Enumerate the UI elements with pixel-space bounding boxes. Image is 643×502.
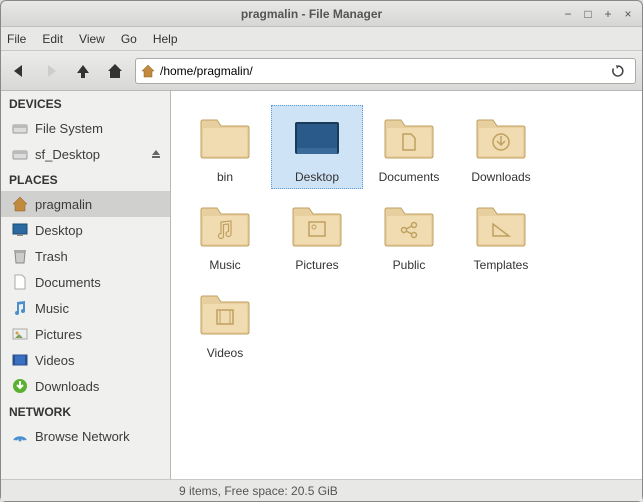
trash-icon	[11, 247, 29, 265]
folder-icon	[471, 198, 531, 254]
devices-header: DEVICES	[1, 91, 170, 115]
folder-icon	[471, 110, 531, 166]
videos-icon	[11, 351, 29, 369]
folder-music[interactable]: Music	[179, 193, 271, 277]
refresh-button[interactable]	[611, 64, 631, 78]
network-header: NETWORK	[1, 399, 170, 423]
sidebar-item-label: pragmalin	[35, 197, 92, 212]
menu-help[interactable]: Help	[153, 32, 178, 46]
menubar: File Edit View Go Help	[1, 27, 642, 51]
sidebar-item-filesystem[interactable]: File System	[1, 115, 170, 141]
sidebar-item-trash[interactable]: Trash	[1, 243, 170, 269]
sidebar-item-label: File System	[35, 121, 103, 136]
path-box[interactable]	[135, 58, 636, 84]
sidebar-item-label: Documents	[35, 275, 101, 290]
network-icon	[11, 427, 29, 445]
pictures-icon	[11, 325, 29, 343]
folder-desktop[interactable]: Desktop	[271, 105, 363, 189]
folder-downloads[interactable]: Downloads	[455, 105, 547, 189]
window-controls: − □ + ×	[562, 8, 642, 20]
home-button[interactable]	[103, 59, 127, 83]
folder-label: Videos	[207, 346, 243, 360]
folder-label: Public	[393, 258, 426, 272]
folder-videos[interactable]: Videos	[179, 281, 271, 365]
folder-icon	[379, 198, 439, 254]
sidebar-item-pictures[interactable]: Pictures	[1, 321, 170, 347]
path-input[interactable]	[160, 64, 607, 78]
folder-label: bin	[217, 170, 233, 184]
titlebar: pragmalin - File Manager − □ + ×	[1, 1, 642, 27]
maximize-button[interactable]: +	[602, 8, 614, 20]
content-area[interactable]: bin Desktop Documents	[171, 91, 642, 479]
folder-label: Templates	[474, 258, 529, 272]
folder-icon	[195, 110, 255, 166]
menu-view[interactable]: View	[79, 32, 105, 46]
sidebar-item-sfdesktop[interactable]: sf_Desktop	[1, 141, 170, 167]
toolbar	[1, 51, 642, 91]
document-icon	[11, 273, 29, 291]
folder-label: Music	[209, 258, 240, 272]
folder-icon	[195, 286, 255, 342]
sidebar-item-videos[interactable]: Videos	[1, 347, 170, 373]
eject-icon[interactable]	[150, 148, 162, 160]
folder-icon	[287, 198, 347, 254]
home-icon	[11, 195, 29, 213]
folder-label: Downloads	[471, 170, 530, 184]
close-button[interactable]: ×	[622, 8, 634, 20]
sidebar-item-browse-network[interactable]: Browse Network	[1, 423, 170, 449]
folder-templates[interactable]: Templates	[455, 193, 547, 277]
window-title: pragmalin - File Manager	[61, 7, 562, 21]
up-button[interactable]	[71, 59, 95, 83]
restore-button[interactable]: □	[582, 8, 594, 20]
folder-label: Documents	[379, 170, 440, 184]
downloads-icon	[11, 377, 29, 395]
back-button[interactable]	[7, 59, 31, 83]
home-icon	[140, 63, 156, 79]
forward-button[interactable]	[39, 59, 63, 83]
sidebar-item-music[interactable]: Music	[1, 295, 170, 321]
desktop-icon	[11, 221, 29, 239]
sidebar-item-label: Trash	[35, 249, 68, 264]
drive-icon	[11, 119, 29, 137]
folder-icon	[195, 198, 255, 254]
sidebar-item-label: Browse Network	[35, 429, 130, 444]
sidebar-item-label: sf_Desktop	[35, 147, 100, 162]
sidebar-item-desktop[interactable]: Desktop	[1, 217, 170, 243]
music-icon	[11, 299, 29, 317]
menu-file[interactable]: File	[7, 32, 26, 46]
folder-label: Pictures	[295, 258, 338, 272]
folder-icon	[379, 110, 439, 166]
sidebar-item-label: Videos	[35, 353, 75, 368]
sidebar-item-label: Pictures	[35, 327, 82, 342]
folder-grid: bin Desktop Documents	[179, 105, 634, 365]
window: pragmalin - File Manager − □ + × File Ed…	[0, 0, 643, 502]
desktop-folder-icon	[287, 110, 347, 166]
folder-bin[interactable]: bin	[179, 105, 271, 189]
folder-pictures[interactable]: Pictures	[271, 193, 363, 277]
minimize-button[interactable]: −	[562, 8, 574, 20]
sidebar-item-documents[interactable]: Documents	[1, 269, 170, 295]
sidebar-item-label: Downloads	[35, 379, 99, 394]
sidebar-item-label: Desktop	[35, 223, 83, 238]
places-header: PLACES	[1, 167, 170, 191]
menu-edit[interactable]: Edit	[42, 32, 63, 46]
statusbar: 9 items, Free space: 20.5 GiB	[1, 479, 642, 501]
sidebar-item-pragmalin[interactable]: pragmalin	[1, 191, 170, 217]
folder-public[interactable]: Public	[363, 193, 455, 277]
sidebar: DEVICES File System sf_Desktop PLACES pr…	[1, 91, 171, 479]
drive-icon	[11, 145, 29, 163]
status-text: 9 items, Free space: 20.5 GiB	[179, 484, 338, 498]
folder-label: Desktop	[295, 170, 339, 184]
sidebar-item-label: Music	[35, 301, 69, 316]
folder-documents[interactable]: Documents	[363, 105, 455, 189]
menu-go[interactable]: Go	[121, 32, 137, 46]
sidebar-item-downloads[interactable]: Downloads	[1, 373, 170, 399]
